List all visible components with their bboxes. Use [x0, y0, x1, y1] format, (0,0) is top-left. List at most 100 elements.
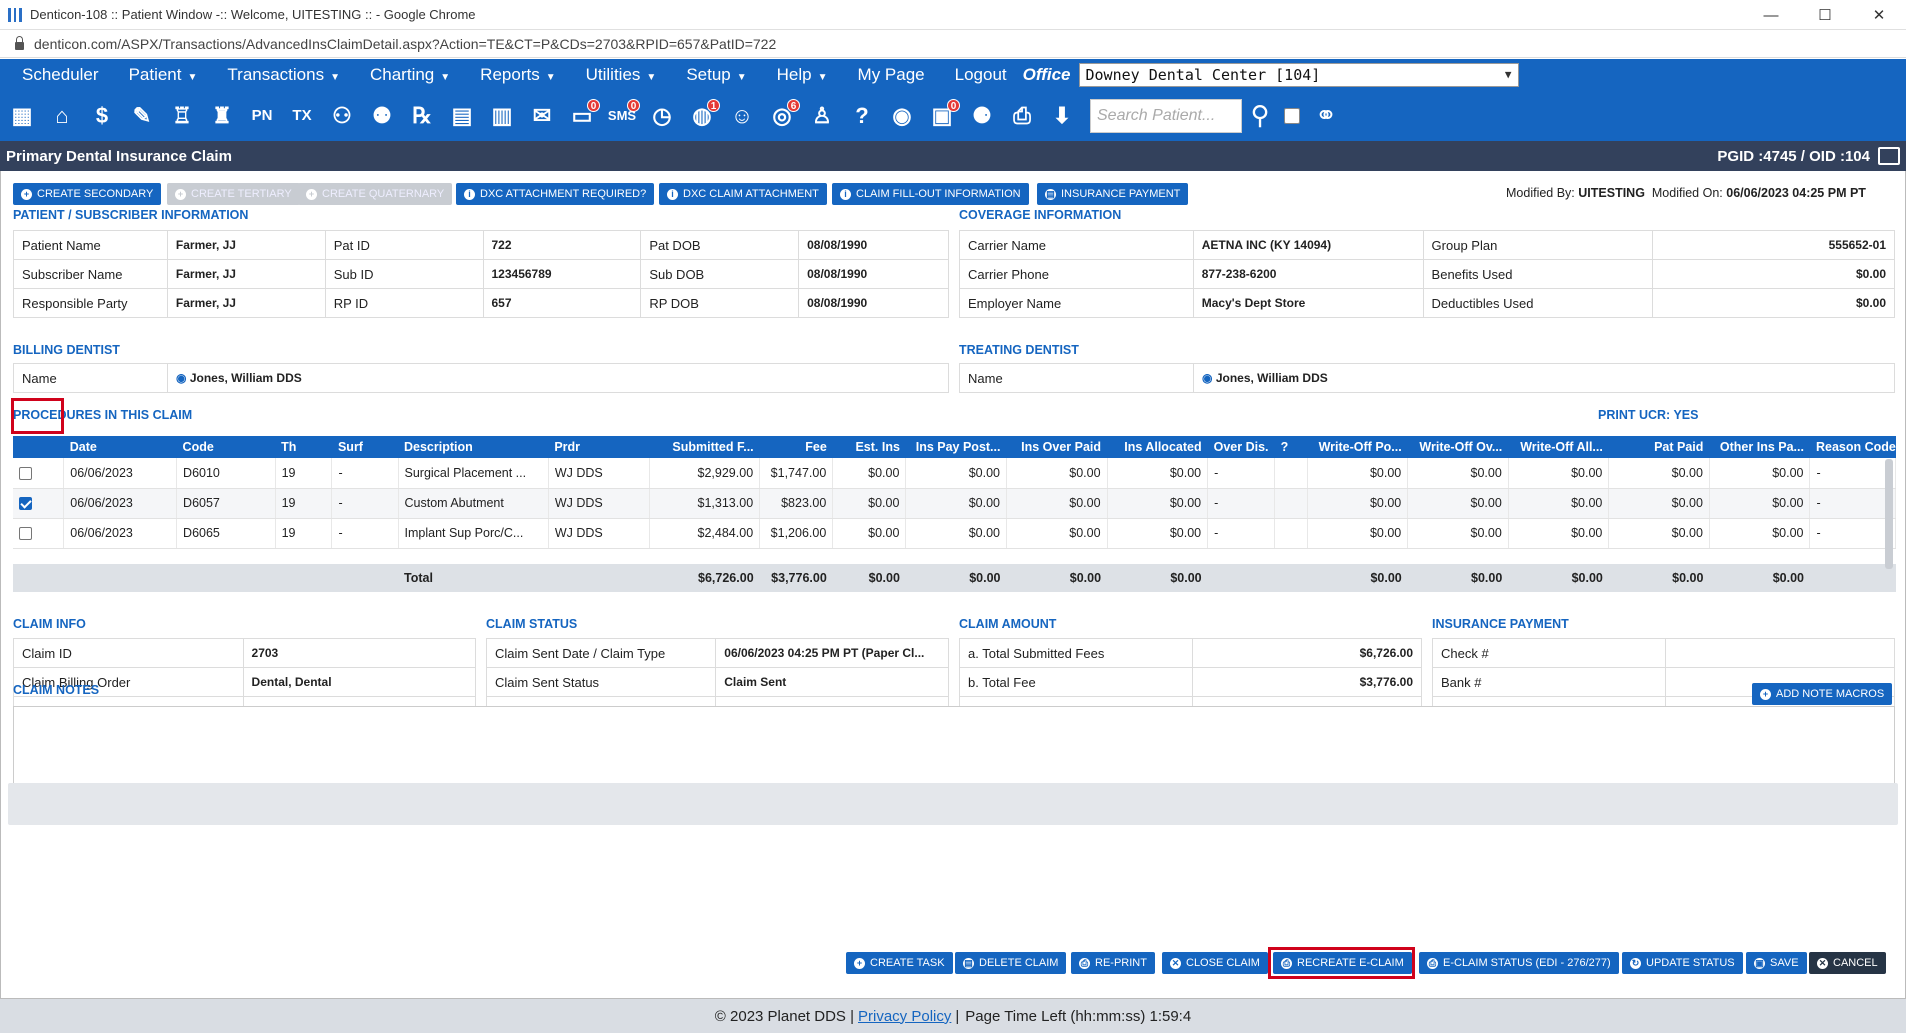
column-header[interactable]: Surf [331, 436, 398, 458]
prescription-icon[interactable]: ℞ [404, 97, 440, 135]
sms-icon[interactable]: SMS 0 [604, 97, 640, 135]
progress-notes-icon[interactable]: PN [244, 97, 280, 135]
menu-transactions[interactable]: Transactions ▼ [227, 65, 340, 85]
tooth-icon[interactable]: ♜ [204, 97, 240, 135]
add-family-icon[interactable]: ⚉ [364, 97, 400, 135]
note-icon[interactable]: ▤ [444, 97, 480, 135]
toolbar-checkbox[interactable] [1284, 107, 1300, 124]
field-label: Deductibles Used [1422, 288, 1654, 318]
inbox-icon[interactable]: ▣ 0 [924, 97, 960, 135]
close-claim-button[interactable]: ✕ CLOSE CLAIM [1162, 952, 1268, 974]
column-header[interactable]: Pat Paid [1608, 436, 1710, 458]
procedure-checkbox[interactable] [19, 466, 32, 480]
reprint-button[interactable]: ⎙ RE-PRINT [1071, 952, 1155, 974]
column-header[interactable]: Write-Off All... [1508, 436, 1609, 458]
create-tertiary-button[interactable]: + CREATE TERTIARY [167, 183, 300, 205]
dxc-required-button[interactable]: i DXC ATTACHMENT REQUIRED? [456, 183, 655, 205]
menu-reports[interactable]: Reports ▼ [480, 65, 555, 85]
calendar-icon[interactable]: ▦ [4, 97, 40, 135]
mail-icon[interactable]: ✉ [524, 97, 560, 135]
privacy-policy-link[interactable]: Privacy Policy [858, 1008, 951, 1025]
close-window-button[interactable]: ✕ [1852, 0, 1906, 30]
procedure-cell: - [1207, 518, 1276, 549]
create-task-button[interactable]: + CREATE TASK [846, 952, 953, 974]
column-header[interactable]: ? [1274, 436, 1308, 458]
column-header[interactable]: Th [275, 436, 332, 458]
menu-charting[interactable]: Charting ▼ [370, 65, 450, 85]
dxc-attachment-button[interactable]: i DXC CLAIM ATTACHMENT [659, 183, 827, 205]
column-header[interactable]: Ins Allocated [1107, 436, 1208, 458]
globe-icon[interactable]: ◍ 1 [684, 97, 720, 135]
print-icon[interactable] [1878, 147, 1900, 165]
add-patient-icon[interactable]: ⚇ [324, 97, 360, 135]
menu-utilities[interactable]: Utilities ▼ [586, 65, 657, 85]
table-scrollbar[interactable] [1885, 459, 1893, 569]
eclaim-status-button[interactable]: ⎙ E-CLAIM STATUS (EDI - 276/277) [1419, 952, 1619, 974]
procedure-row[interactable]: 06/06/2023 D6065 19- Implant Sup Porc/C... W… [13, 518, 1896, 549]
column-header[interactable]: Est. Ins [832, 436, 906, 458]
column-header[interactable]: Other Ins Pa... [1709, 436, 1810, 458]
column-header[interactable]: Over Dis. [1207, 436, 1275, 458]
field-label: Responsible Party [13, 288, 168, 318]
column-header[interactable] [13, 436, 64, 458]
menu-help[interactable]: Help ▼ [777, 65, 828, 85]
maximize-button[interactable]: ☐ [1798, 0, 1852, 30]
update-status-button[interactable]: ↻ UPDATE STATUS [1622, 952, 1743, 974]
help-icon[interactable]: ? [844, 97, 880, 135]
column-header[interactable]: Fee [759, 436, 833, 458]
column-header[interactable]: Description [398, 436, 549, 458]
delete-claim-button[interactable]: ▤ DELETE CLAIM [955, 952, 1067, 974]
document-icon[interactable]: ▥ [484, 97, 520, 135]
insurance-payment-button[interactable]: ▤ INSURANCE PAYMENT [1037, 183, 1189, 205]
patient-search-icon[interactable]: ⚲ [1242, 97, 1278, 135]
minimize-button[interactable]: — [1744, 0, 1798, 30]
add-note-macros-button[interactable]: + ADD NOTE MACROS [1752, 683, 1893, 705]
home-icon[interactable]: ⌂ [44, 97, 80, 135]
message-icon[interactable]: ▭ 0 [564, 97, 600, 135]
save-button[interactable]: ▣ SAVE [1746, 952, 1807, 974]
procedure-checkbox[interactable] [19, 497, 32, 511]
column-header[interactable]: Submitted F... [649, 436, 760, 458]
users-icon[interactable]: ⚈ [964, 97, 1000, 135]
web-search-icon[interactable]: ◉ [884, 97, 920, 135]
menu-setup[interactable]: Setup ▼ [686, 65, 746, 85]
create-quaternary-button[interactable]: + CREATE QUATERNARY [298, 183, 453, 205]
patient-table: Patient Name Farmer, JJ Pat ID 722 Pat DOB 08… [13, 230, 949, 318]
dental-icon[interactable]: ♙ [804, 97, 840, 135]
procedure-checkbox[interactable] [19, 527, 32, 541]
claim-fill-out-button[interactable]: i CLAIM FILL-OUT INFORMATION [832, 183, 1029, 205]
column-header[interactable]: Reason Code [1809, 436, 1896, 458]
create-secondary-button[interactable]: + CREATE SECONDARY [13, 183, 162, 205]
url-text[interactable]: denticon.com/ASPX/Transactions/AdvancedI… [34, 36, 776, 52]
column-header[interactable]: Prdr [548, 436, 650, 458]
download-icon[interactable]: ⬇ [1044, 97, 1080, 135]
treating-dentist[interactable]: ◉ Jones, William DDS [1193, 363, 1895, 393]
column-header[interactable]: Code [176, 436, 276, 458]
cancel-button[interactable]: ✕ CANCEL [1809, 952, 1886, 974]
office-select[interactable]: Downey Dental Center [104] ▼ [1078, 62, 1519, 87]
procedure-row[interactable]: 06/06/2023 D6010 19- Surgical Placement ...… [13, 458, 1896, 489]
group-search-icon[interactable]: ⚭ [1308, 97, 1344, 135]
edit-icon[interactable]: ✎ [124, 97, 160, 135]
search-patient-input[interactable]: Search Patient... [1090, 98, 1242, 133]
support-icon[interactable]: ☺ [724, 97, 760, 135]
address-bar[interactable]: denticon.com/ASPX/Transactions/AdvancedI… [0, 31, 1906, 58]
column-header[interactable]: Write-Off Ov... [1407, 436, 1509, 458]
procedure-row[interactable]: 06/06/2023 D6057 19- Custom Abutment WJ DDS $… [13, 488, 1896, 519]
menu-logout[interactable]: Logout [955, 65, 1007, 85]
clock-icon[interactable]: ◷ [644, 97, 680, 135]
insurance-icon[interactable]: ◎ 6 [764, 97, 800, 135]
menu-my-page[interactable]: My Page [858, 65, 925, 85]
column-header[interactable]: Write-Off Po... [1307, 436, 1408, 458]
menu-scheduler[interactable]: Scheduler [22, 65, 99, 85]
tooth-chart-icon[interactable]: ♖ [164, 97, 200, 135]
column-header[interactable]: Ins Pay Post... [905, 436, 1007, 458]
dollar-icon[interactable]: $ [84, 97, 120, 135]
claim-notes-textarea[interactable] [13, 706, 1895, 786]
menu-patient[interactable]: Patient ▼ [129, 65, 198, 85]
treatment-icon[interactable]: TX [284, 97, 320, 135]
billing-dentist[interactable]: ◉ Jones, William DDS [167, 363, 949, 393]
printer-icon[interactable]: ⎙ [1004, 97, 1040, 135]
column-header[interactable]: Date [63, 436, 177, 458]
column-header[interactable]: Ins Over Paid [1006, 436, 1108, 458]
